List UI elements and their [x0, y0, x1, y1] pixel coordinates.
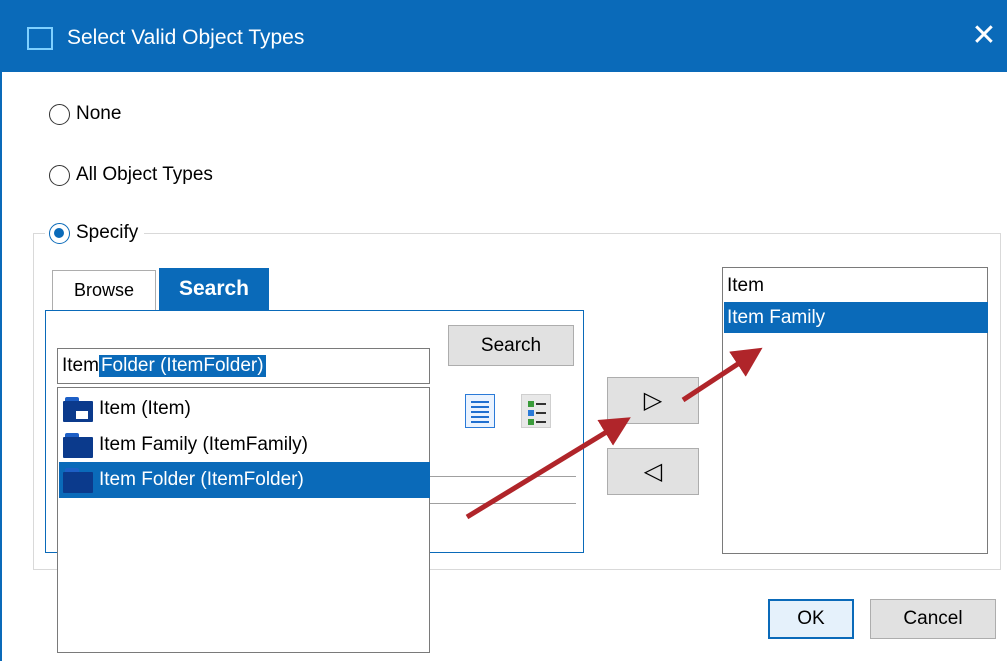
dropdown-item-label: Item (Item)	[99, 398, 191, 419]
radio-all-circle[interactable]	[49, 164, 70, 186]
remove-selected-button[interactable]: ◁	[607, 448, 699, 495]
tab-browse[interactable]: Browse	[52, 270, 156, 310]
search-input-autocomplete: Folder (ItemFolder)	[98, 355, 266, 377]
add-arrow-icon: ▷	[643, 387, 663, 414]
item-type-icon	[63, 432, 93, 458]
dropdown-item-item[interactable]: Item (Item)	[59, 391, 430, 427]
radio-none-label: None	[76, 103, 122, 124]
radio-none[interactable]: None	[49, 103, 121, 125]
search-input[interactable]: Item Folder (ItemFolder)	[57, 348, 430, 384]
tab-search[interactable]: Search	[159, 268, 269, 310]
window-border	[0, 72, 2, 661]
search-input-typed: Item	[62, 355, 99, 376]
radio-none-circle[interactable]	[49, 103, 70, 125]
autocomplete-dropdown[interactable]: Item (Item) Item Family (ItemFamily) Ite…	[57, 387, 430, 653]
dropdown-item-item-family[interactable]: Item Family (ItemFamily)	[59, 427, 430, 463]
dialog-title: Select Valid Object Types	[67, 26, 305, 49]
results-grid-line	[430, 503, 576, 504]
radio-all-label: All Object Types	[76, 164, 213, 185]
list-view-icon[interactable]	[465, 394, 495, 428]
selected-list-item[interactable]: Item	[724, 270, 988, 301]
search-button[interactable]: Search	[448, 325, 574, 366]
dropdown-item-label: Item Family (ItemFamily)	[99, 434, 308, 455]
close-icon[interactable]: ✕	[966, 18, 1002, 54]
radio-specify-label: Specify	[76, 222, 139, 243]
dropdown-item-item-folder[interactable]: Item Folder (ItemFolder)	[59, 462, 430, 498]
add-selected-button[interactable]: ▷	[607, 377, 699, 424]
app-icon	[27, 27, 53, 50]
remove-arrow-icon: ◁	[643, 458, 663, 485]
title-bar: Select Valid Object Types ✕	[0, 0, 1007, 72]
radio-specify-circle[interactable]	[49, 222, 70, 244]
cancel-button[interactable]: Cancel	[870, 599, 996, 639]
selected-types-list[interactable]: Item Item Family	[722, 267, 988, 554]
ok-button[interactable]: OK	[768, 599, 854, 639]
radio-specify[interactable]: Specify	[45, 222, 145, 244]
dropdown-item-label: Item Folder (ItemFolder)	[99, 469, 304, 490]
radio-all-object-types[interactable]: All Object Types	[49, 164, 213, 186]
results-grid-line	[430, 476, 576, 477]
selected-list-item[interactable]: Item Family	[724, 302, 988, 333]
item-type-icon	[63, 396, 93, 422]
detail-view-icon[interactable]	[521, 394, 551, 428]
item-type-icon	[63, 467, 93, 493]
